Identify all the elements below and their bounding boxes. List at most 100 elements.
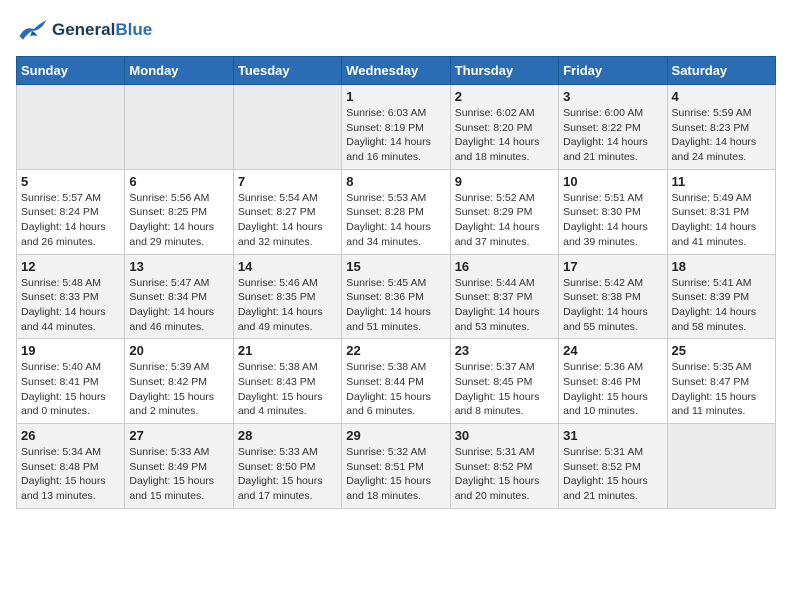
day-number: 17 <box>563 259 662 274</box>
calendar-day-cell: 23 Sunrise: 5:37 AM Sunset: 8:45 PM Dayli… <box>450 339 558 424</box>
weekday-header-friday: Friday <box>559 57 667 85</box>
day-info: Sunrise: 5:41 AM Sunset: 8:39 PM Dayligh… <box>672 276 771 335</box>
weekday-header-saturday: Saturday <box>667 57 775 85</box>
day-number: 7 <box>238 174 337 189</box>
day-number: 18 <box>672 259 771 274</box>
day-number: 3 <box>563 89 662 104</box>
calendar-day-cell <box>125 85 233 170</box>
calendar-day-cell: 11 Sunrise: 5:49 AM Sunset: 8:31 PM Dayli… <box>667 169 775 254</box>
day-info: Sunrise: 5:49 AM Sunset: 8:31 PM Dayligh… <box>672 191 771 250</box>
calendar-day-cell: 15 Sunrise: 5:45 AM Sunset: 8:36 PM Dayli… <box>342 254 450 339</box>
day-number: 19 <box>21 343 120 358</box>
day-info: Sunrise: 6:00 AM Sunset: 8:22 PM Dayligh… <box>563 106 662 165</box>
logo-text: GeneralBlue <box>52 20 152 40</box>
calendar-day-cell: 7Sunrise: 5:54 AM Sunset: 8:27 PM Daylig… <box>233 169 341 254</box>
day-number: 4 <box>672 89 771 104</box>
day-number: 13 <box>129 259 228 274</box>
day-number: 8 <box>346 174 445 189</box>
day-number: 29 <box>346 428 445 443</box>
calendar-day-cell: 22Sunrise: 5:38 AM Sunset: 8:44 PM Dayli… <box>342 339 450 424</box>
calendar-day-cell: 21Sunrise: 5:38 AM Sunset: 8:43 PM Dayli… <box>233 339 341 424</box>
day-info: Sunrise: 5:33 AM Sunset: 8:50 PM Dayligh… <box>238 445 337 504</box>
logo-bird-icon <box>16 16 48 44</box>
calendar-day-cell <box>233 85 341 170</box>
day-info: Sunrise: 6:03 AM Sunset: 8:19 PM Dayligh… <box>346 106 445 165</box>
calendar-day-cell <box>17 85 125 170</box>
calendar-week-row: 5Sunrise: 5:57 AM Sunset: 8:24 PM Daylig… <box>17 169 776 254</box>
weekday-header-tuesday: Tuesday <box>233 57 341 85</box>
calendar-day-cell: 17 Sunrise: 5:42 AM Sunset: 8:38 PM Dayli… <box>559 254 667 339</box>
calendar-week-row: 1 Sunrise: 6:03 AM Sunset: 8:19 PM Daylig… <box>17 85 776 170</box>
day-info: Sunrise: 5:39 AM Sunset: 8:42 PM Dayligh… <box>129 360 228 419</box>
calendar-day-cell: 5Sunrise: 5:57 AM Sunset: 8:24 PM Daylig… <box>17 169 125 254</box>
calendar-day-cell: 19 Sunrise: 5:40 AM Sunset: 8:41 PM Dayli… <box>17 339 125 424</box>
day-info: Sunrise: 5:42 AM Sunset: 8:38 PM Dayligh… <box>563 276 662 335</box>
calendar-day-cell: 18 Sunrise: 5:41 AM Sunset: 8:39 PM Dayli… <box>667 254 775 339</box>
calendar-day-cell: 10 Sunrise: 5:51 AM Sunset: 8:30 PM Dayli… <box>559 169 667 254</box>
day-info: Sunrise: 5:38 AM Sunset: 8:44 PM Dayligh… <box>346 360 445 419</box>
weekday-header-monday: Monday <box>125 57 233 85</box>
calendar-week-row: 19 Sunrise: 5:40 AM Sunset: 8:41 PM Dayli… <box>17 339 776 424</box>
day-info: Sunrise: 5:36 AM Sunset: 8:46 PM Dayligh… <box>563 360 662 419</box>
day-info: Sunrise: 5:57 AM Sunset: 8:24 PM Dayligh… <box>21 191 120 250</box>
day-info: Sunrise: 5:40 AM Sunset: 8:41 PM Dayligh… <box>21 360 120 419</box>
day-number: 16 <box>455 259 554 274</box>
day-number: 31 <box>563 428 662 443</box>
day-number: 30 <box>455 428 554 443</box>
weekday-header-sunday: Sunday <box>17 57 125 85</box>
page-header: GeneralBlue <box>16 16 776 44</box>
day-number: 6 <box>129 174 228 189</box>
day-number: 12 <box>21 259 120 274</box>
calendar-day-cell: 16 Sunrise: 5:44 AM Sunset: 8:37 PM Dayli… <box>450 254 558 339</box>
logo: GeneralBlue <box>16 16 152 44</box>
day-info: Sunrise: 5:45 AM Sunset: 8:36 PM Dayligh… <box>346 276 445 335</box>
calendar-table: SundayMondayTuesdayWednesdayThursdayFrid… <box>16 56 776 509</box>
day-number: 25 <box>672 343 771 358</box>
day-number: 10 <box>563 174 662 189</box>
calendar-week-row: 12Sunrise: 5:48 AM Sunset: 8:33 PM Dayli… <box>17 254 776 339</box>
day-number: 1 <box>346 89 445 104</box>
day-number: 2 <box>455 89 554 104</box>
calendar-day-cell: 26Sunrise: 5:34 AM Sunset: 8:48 PM Dayli… <box>17 424 125 509</box>
day-info: Sunrise: 5:53 AM Sunset: 8:28 PM Dayligh… <box>346 191 445 250</box>
day-info: Sunrise: 5:34 AM Sunset: 8:48 PM Dayligh… <box>21 445 120 504</box>
calendar-day-cell: 24 Sunrise: 5:36 AM Sunset: 8:46 PM Dayli… <box>559 339 667 424</box>
day-number: 28 <box>238 428 337 443</box>
day-number: 24 <box>563 343 662 358</box>
calendar-week-row: 26Sunrise: 5:34 AM Sunset: 8:48 PM Dayli… <box>17 424 776 509</box>
calendar-day-cell: 27Sunrise: 5:33 AM Sunset: 8:49 PM Dayli… <box>125 424 233 509</box>
day-info: Sunrise: 5:38 AM Sunset: 8:43 PM Dayligh… <box>238 360 337 419</box>
calendar-day-cell: 25 Sunrise: 5:35 AM Sunset: 8:47 PM Dayli… <box>667 339 775 424</box>
day-info: Sunrise: 5:37 AM Sunset: 8:45 PM Dayligh… <box>455 360 554 419</box>
weekday-header-wednesday: Wednesday <box>342 57 450 85</box>
weekday-header-row: SundayMondayTuesdayWednesdayThursdayFrid… <box>17 57 776 85</box>
day-number: 15 <box>346 259 445 274</box>
calendar-day-cell: 28 Sunrise: 5:33 AM Sunset: 8:50 PM Dayli… <box>233 424 341 509</box>
calendar-day-cell: 8 Sunrise: 5:53 AM Sunset: 8:28 PM Daylig… <box>342 169 450 254</box>
calendar-day-cell: 14 Sunrise: 5:46 AM Sunset: 8:35 PM Dayli… <box>233 254 341 339</box>
day-info: Sunrise: 5:35 AM Sunset: 8:47 PM Dayligh… <box>672 360 771 419</box>
calendar-day-cell <box>667 424 775 509</box>
calendar-day-cell: 3 Sunrise: 6:00 AM Sunset: 8:22 PM Daylig… <box>559 85 667 170</box>
day-info: Sunrise: 5:51 AM Sunset: 8:30 PM Dayligh… <box>563 191 662 250</box>
day-number: 27 <box>129 428 228 443</box>
day-number: 14 <box>238 259 337 274</box>
calendar-day-cell: 13 Sunrise: 5:47 AM Sunset: 8:34 PM Dayli… <box>125 254 233 339</box>
calendar-day-cell: 20 Sunrise: 5:39 AM Sunset: 8:42 PM Dayli… <box>125 339 233 424</box>
day-info: Sunrise: 5:56 AM Sunset: 8:25 PM Dayligh… <box>129 191 228 250</box>
calendar-day-cell: 30 Sunrise: 5:31 AM Sunset: 8:52 PM Dayli… <box>450 424 558 509</box>
day-info: Sunrise: 5:59 AM Sunset: 8:23 PM Dayligh… <box>672 106 771 165</box>
day-info: Sunrise: 5:32 AM Sunset: 8:51 PM Dayligh… <box>346 445 445 504</box>
day-info: Sunrise: 5:31 AM Sunset: 8:52 PM Dayligh… <box>563 445 662 504</box>
calendar-day-cell: 12Sunrise: 5:48 AM Sunset: 8:33 PM Dayli… <box>17 254 125 339</box>
day-number: 11 <box>672 174 771 189</box>
day-info: Sunrise: 5:46 AM Sunset: 8:35 PM Dayligh… <box>238 276 337 335</box>
day-info: Sunrise: 5:52 AM Sunset: 8:29 PM Dayligh… <box>455 191 554 250</box>
day-info: Sunrise: 5:47 AM Sunset: 8:34 PM Dayligh… <box>129 276 228 335</box>
day-number: 23 <box>455 343 554 358</box>
day-number: 20 <box>129 343 228 358</box>
day-info: Sunrise: 5:31 AM Sunset: 8:52 PM Dayligh… <box>455 445 554 504</box>
calendar-day-cell: 2Sunrise: 6:02 AM Sunset: 8:20 PM Daylig… <box>450 85 558 170</box>
day-info: Sunrise: 5:44 AM Sunset: 8:37 PM Dayligh… <box>455 276 554 335</box>
calendar-day-cell: 4 Sunrise: 5:59 AM Sunset: 8:23 PM Daylig… <box>667 85 775 170</box>
